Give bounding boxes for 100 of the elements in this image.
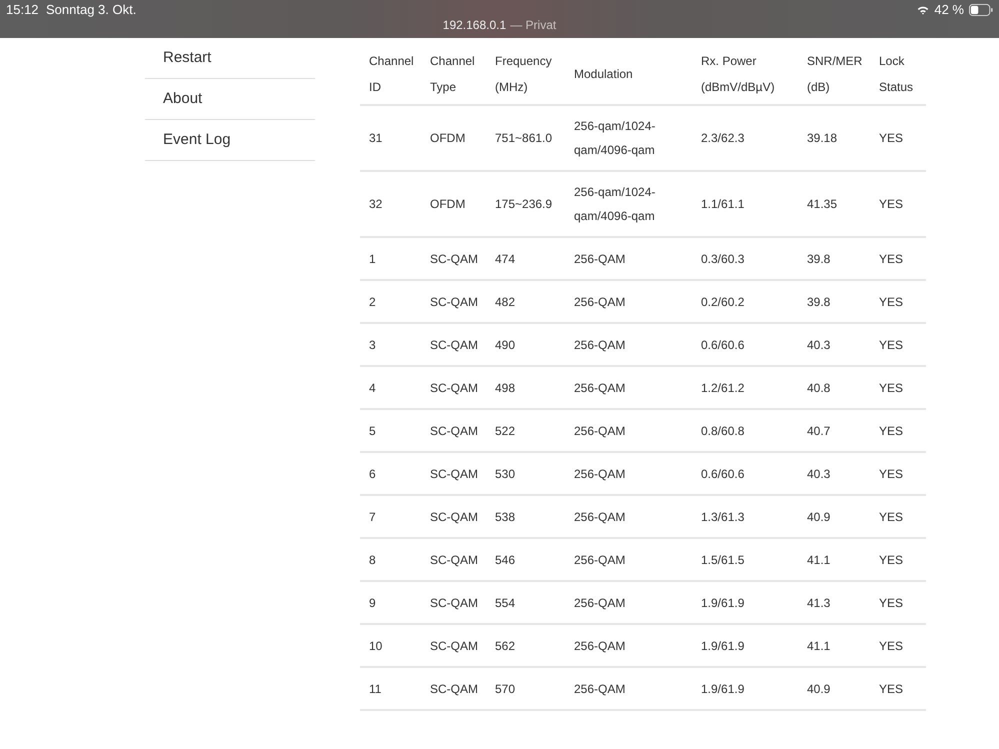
table-cell-text: 2 [369, 294, 376, 310]
table-cell-text: YES [879, 508, 904, 526]
table-cell-text: 39.18 [807, 130, 838, 147]
table-cell-text: 39.8 [807, 294, 830, 310]
table-cell-text: 2.3/62.3 [701, 130, 744, 147]
table-cell-text: 0.3/60.3 [701, 250, 744, 268]
table-cell-text: SC-QAM [430, 336, 478, 354]
battery-icon [969, 4, 993, 16]
table-cell-text: SC-QAM [430, 594, 478, 612]
table-cell-text: 0.8/60.8 [701, 422, 744, 440]
privacy-label: — Privat [510, 18, 556, 32]
table-cell-text: 530 [495, 466, 516, 482]
table-cell-text: 256-qam/1024- qam/4096-qam [574, 184, 656, 225]
table-cell-text: SC-QAM [430, 380, 478, 396]
table-cell-text: 256-QAM [574, 552, 626, 568]
table-cell-text: 256-QAM [574, 680, 626, 698]
table-cell-text: 522 [495, 422, 516, 440]
table-cell-text: 175~236.9 [495, 196, 552, 213]
table-cell-text: 4 [369, 380, 376, 396]
table-cell-text: 39.8 [807, 250, 830, 268]
table-cell-text: 256-QAM [574, 466, 626, 482]
table-cell-text: SC-QAM [430, 680, 478, 698]
table-cell-text: OFDM [430, 196, 466, 213]
table-cell-text: 1.9/61.9 [701, 638, 744, 654]
table-cell-text: 498 [495, 380, 516, 396]
table-cell-text: 256-QAM [574, 250, 626, 268]
table-cell-text: 256-QAM [574, 638, 626, 654]
table-cell-text: 0.6/60.6 [701, 466, 744, 482]
table-cell-text: YES [879, 250, 904, 268]
table-cell-text: 482 [495, 294, 516, 310]
table-cell-text: 11 [369, 680, 382, 698]
table-cell-text: 256-QAM [574, 380, 626, 396]
table-cell-text: YES [879, 422, 904, 440]
table-cell-text: 1.1/61.1 [701, 196, 744, 213]
table-cell-text: 32 [369, 196, 382, 213]
table-cell-text: 41.1 [807, 638, 830, 654]
table-cell-text: 9 [369, 594, 376, 612]
table-cell-text: 1.3/61.3 [701, 508, 744, 526]
table-cell-text: 6 [369, 466, 376, 482]
column-header: Channel ID [369, 53, 414, 96]
table-cell-text: 1 [369, 250, 376, 268]
table-cell-text: 546 [495, 552, 516, 568]
table-cell-text: 8 [369, 552, 376, 568]
table-cell-text: 256-QAM [574, 508, 626, 526]
table-cell-text: 40.8 [807, 380, 830, 396]
table-cell-text: 10 [369, 638, 382, 654]
table-cell-text: 40.7 [807, 422, 830, 440]
table-cell-text: OFDM [430, 130, 466, 147]
table-cell-text: 7 [369, 508, 376, 526]
table-cell-text: YES [879, 466, 904, 482]
table-cell-text: 3 [369, 336, 376, 354]
battery-percent: 42 % [934, 2, 964, 17]
table-cell-text: 0.2/60.2 [701, 294, 744, 310]
sidebar-link[interactable]: About [145, 79, 315, 120]
table-cell-text: 490 [495, 336, 516, 354]
table-cell-text: YES [879, 638, 904, 654]
table-cell-text: 41.3 [807, 594, 830, 612]
table-cell-text: 570 [495, 680, 516, 698]
table-cell-text: 0.6/60.6 [701, 336, 744, 354]
table-cell-text: 40.9 [807, 680, 830, 698]
column-header: Rx. Power (dBmV/dBµV) [701, 53, 775, 96]
table-cell-text: SC-QAM [430, 508, 478, 526]
table-cell-text: YES [879, 294, 904, 310]
date-text: Sonntag 3. Okt. [46, 2, 136, 17]
column-header: SNR/MER (dB) [807, 53, 862, 96]
table-cell-text: 40.3 [807, 336, 830, 354]
table-cell-text: SC-QAM [430, 638, 478, 654]
table-cell-text: 256-qam/1024- qam/4096-qam [574, 118, 656, 159]
table-cell-text: YES [879, 380, 904, 396]
table-cell-text: 538 [495, 508, 516, 526]
table-cell-text: YES [879, 680, 904, 698]
table-cell-text: 31 [369, 130, 382, 147]
table-cell-text: SC-QAM [430, 294, 478, 310]
table-cell-text: 1.9/61.9 [701, 594, 744, 612]
table-cell-text: YES [879, 336, 904, 354]
table-cell-text: 474 [495, 250, 516, 268]
sidebar-link[interactable]: Event Log [145, 120, 315, 161]
table-cell-text: 256-QAM [574, 294, 626, 310]
table-cell-text: SC-QAM [430, 250, 478, 268]
table-cell-text: 554 [495, 594, 516, 612]
table-cell-text: 41.1 [807, 552, 830, 568]
column-header: Lock Status [879, 53, 914, 96]
table-cell-text: 5 [369, 422, 376, 440]
clock-time: 15:12 [6, 2, 39, 17]
table-cell-text: YES [879, 196, 904, 213]
wifi-icon [917, 4, 930, 14]
table-cell-text: SC-QAM [430, 466, 478, 482]
table-cell-text: 40.9 [807, 508, 830, 526]
table-cell-text: 1.5/61.5 [701, 552, 744, 568]
table-cell-text: 1.2/61.2 [701, 380, 744, 396]
column-header: Modulation [574, 66, 633, 83]
table-cell-text: 751~861.0 [495, 130, 552, 147]
sidebar-link[interactable]: Restart [145, 38, 315, 79]
table-cell-text: 41.35 [807, 196, 838, 213]
table-cell-text: 562 [495, 638, 516, 654]
table-cell-text: YES [879, 552, 904, 568]
column-header: Frequency (MHz) [495, 53, 552, 96]
url-text[interactable]: 192.168.0.1 [442, 18, 506, 32]
table-cell-text: YES [879, 130, 904, 147]
table-cell-text: 40.3 [807, 466, 830, 482]
